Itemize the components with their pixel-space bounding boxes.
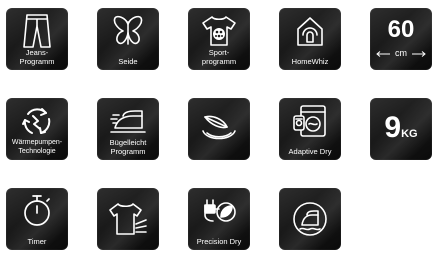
feature-icon-grid: Jeans- Programm Seide Sport- programm Ho… xyxy=(0,0,440,260)
tile-seide: Seide xyxy=(97,8,159,70)
tile-ironsafe xyxy=(279,188,341,250)
tshirt-ball-icon xyxy=(188,11,250,51)
tile-label: Jeans- Programm xyxy=(19,48,55,66)
stopwatch-icon xyxy=(6,191,68,231)
tile-label: Seide xyxy=(118,56,138,66)
dryer-sensor-icon xyxy=(279,101,341,141)
tile-buegel: Bügelleicht Programm xyxy=(97,98,159,160)
feather-bowl-icon xyxy=(188,100,250,158)
tile-shirt xyxy=(97,188,159,250)
heat-pump-cycle-icon xyxy=(6,101,68,141)
tile-label: HomeWhiz xyxy=(291,56,329,66)
dimension-value: 60 xyxy=(387,16,415,43)
jeans-icon xyxy=(6,11,68,51)
tile-adaptive: Adaptive Dry xyxy=(279,98,341,160)
plug-leaf-icon xyxy=(188,191,250,231)
tile-timer: Timer xyxy=(6,188,68,250)
iron-circle-icon xyxy=(279,190,341,248)
tile-label: Timer xyxy=(27,236,47,246)
capacity-unit: KG xyxy=(401,128,418,140)
tile-feather xyxy=(188,98,250,160)
tile-jeans: Jeans- Programm xyxy=(6,8,68,70)
tile-label: Precision Dry xyxy=(196,236,242,246)
iron-icon xyxy=(97,101,159,141)
capacity-value: 9 xyxy=(384,111,402,144)
tile-sport: Sport- programm xyxy=(188,8,250,70)
butterfly-icon xyxy=(97,11,159,51)
tile-label: Wärmepumpen- Technologie xyxy=(11,139,63,155)
smart-home-icon xyxy=(279,11,341,51)
shirt-air-icon xyxy=(97,190,159,248)
tile-homewhiz: HomeWhiz xyxy=(279,8,341,70)
tile-label: Sport- programm xyxy=(201,48,237,66)
tile-dimension: 60 cm xyxy=(370,8,432,70)
capacity-display: 9KG xyxy=(370,112,432,144)
tile-precision: Precision Dry xyxy=(188,188,250,250)
tile-label: Adaptive Dry xyxy=(288,146,332,156)
tile-waermepumpe: Wärmepumpen- Technologie xyxy=(6,98,68,160)
dimension-arrow: cm xyxy=(376,48,426,59)
tile-label: Bügelleicht Programm xyxy=(109,138,147,156)
tile-capacity: 9KG xyxy=(370,98,432,160)
dimension-unit: cm xyxy=(395,48,407,58)
